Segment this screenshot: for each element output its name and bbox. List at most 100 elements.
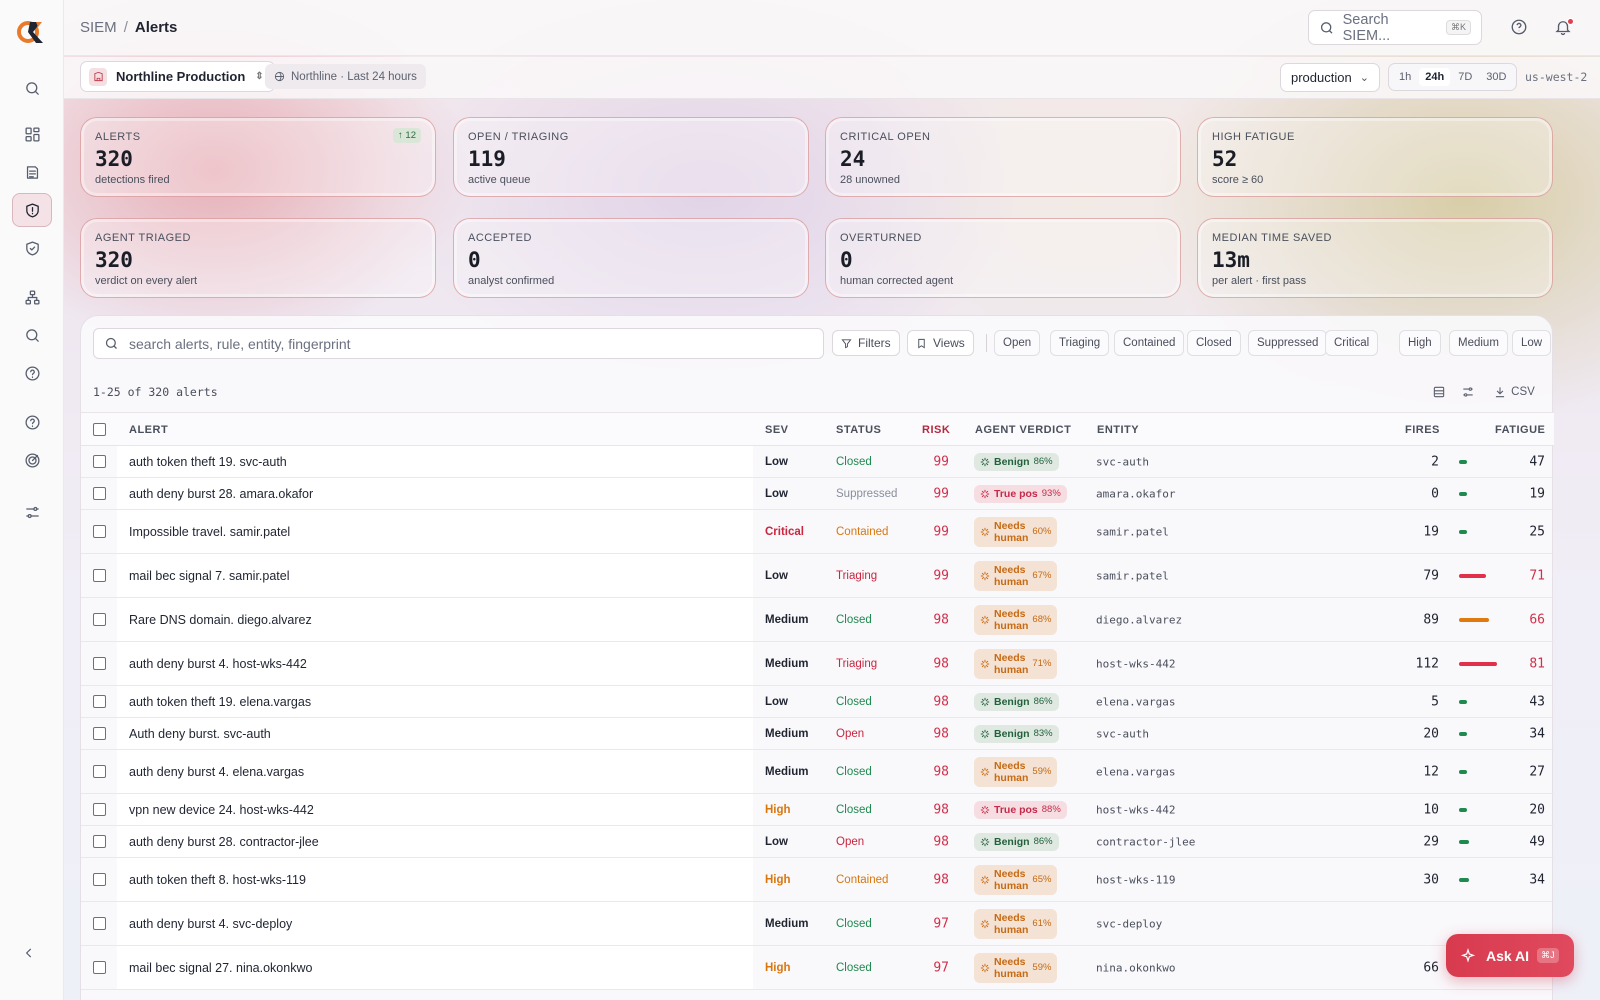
range-24h[interactable]: 24h <box>1419 68 1451 86</box>
environment-select[interactable]: production ⌄ <box>1280 63 1380 92</box>
metric-card[interactable]: HIGH FATIGUE 52 score ≥ 60 <box>1197 117 1553 197</box>
nav-alerts-shield-icon[interactable] <box>12 193 52 227</box>
metric-card[interactable]: ALERTS 320 detections fired ↑ 12 <box>80 117 436 197</box>
range-1h[interactable]: 1h <box>1393 68 1417 86</box>
entity[interactable]: host-wks-442 <box>1096 803 1175 816</box>
alert-name[interactable]: auth deny burst 4. elena.vargas <box>129 765 304 779</box>
entity[interactable]: contractor-jlee <box>1096 835 1195 848</box>
entity[interactable]: elena.vargas <box>1096 765 1175 778</box>
breadcrumb-root[interactable]: SIEM <box>80 19 117 36</box>
entity[interactable]: nina.okonkwo <box>1096 961 1175 974</box>
metric-card[interactable]: OPEN / TRIAGING 119 active queue <box>453 117 809 197</box>
entity[interactable]: samir.patel <box>1096 569 1169 582</box>
table-row[interactable]: auth token theft 19. svc-auth Low Closed 99… <box>81 446 1554 478</box>
entity[interactable]: amara.okafor <box>1096 487 1175 500</box>
metric-card[interactable]: CRITICAL OPEN 24 28 unowned <box>825 117 1181 197</box>
nav-help-circle-icon[interactable] <box>12 356 52 390</box>
entity[interactable]: diego.alvarez <box>1096 613 1182 626</box>
entity[interactable]: svc-auth <box>1096 727 1149 740</box>
alert-name[interactable]: auth deny burst 28. amara.okafor <box>129 487 313 501</box>
nav-search-icon[interactable] <box>12 71 52 105</box>
nav-network-icon[interactable] <box>12 280 52 314</box>
metric-card[interactable]: AGENT TRIAGED 320 verdict on every alert <box>80 218 436 298</box>
table-row[interactable]: Auth deny burst. svc-auth Medium Open 98 Ben… <box>81 718 1554 750</box>
alert-name[interactable]: auth token theft 19. svc-auth <box>129 455 287 469</box>
nav-hunt-search-icon[interactable] <box>12 318 52 352</box>
agent-verdict-badge[interactable]: Needs human 59% <box>974 756 1058 787</box>
table-row[interactable]: auth deny burst 28. contractor-jlee Low Op… <box>81 826 1554 858</box>
entity[interactable]: svc-deploy <box>1096 917 1162 930</box>
row-checkbox[interactable] <box>93 455 106 468</box>
row-checkbox[interactable] <box>93 765 106 778</box>
global-search-input[interactable]: Search SIEM... ⌘K <box>1308 10 1482 45</box>
agent-verdict-badge[interactable]: True pos 88% <box>974 800 1067 819</box>
nav-support-icon[interactable] <box>12 405 52 439</box>
range-7d[interactable]: 7D <box>1452 68 1478 86</box>
filter-chip-open[interactable]: Open <box>994 330 1041 356</box>
table-row[interactable]: vpn new device 24. host-wks-442 High Close… <box>81 794 1554 826</box>
table-row[interactable]: auth deny burst 4. host-wks-442 Medium Tri… <box>81 642 1554 686</box>
nav-dashboard-icon[interactable] <box>12 117 52 151</box>
filter-chip-suppressed[interactable]: Suppressed <box>1248 330 1328 356</box>
agent-verdict-badge[interactable]: Benign 86% <box>974 832 1059 851</box>
alert-name[interactable]: mail bec signal 27. nina.okonkwo <box>129 961 312 975</box>
filter-chip-critical[interactable]: Critical <box>1325 330 1379 356</box>
alert-name[interactable]: auth deny burst 4. host-wks-442 <box>129 657 307 671</box>
views-button[interactable]: Views <box>907 330 974 356</box>
row-checkbox[interactable] <box>93 917 106 930</box>
agent-verdict-badge[interactable]: Needs human 65% <box>974 864 1058 895</box>
row-checkbox[interactable] <box>93 835 106 848</box>
alert-name[interactable]: vpn new device 24. host-wks-442 <box>129 803 314 817</box>
alert-name[interactable]: auth deny burst 4. svc-deploy <box>129 917 292 931</box>
row-checkbox[interactable] <box>93 803 106 816</box>
range-30d[interactable]: 30D <box>1480 68 1512 86</box>
row-checkbox[interactable] <box>93 695 106 708</box>
agent-verdict-badge[interactable]: Needs human 59% <box>974 952 1058 983</box>
filter-chip-high[interactable]: High <box>1399 330 1441 356</box>
alert-search-input[interactable]: search alerts, rule, entity, fingerprint <box>93 328 824 359</box>
row-checkbox[interactable] <box>93 657 106 670</box>
col-risk[interactable]: RISK <box>922 424 950 436</box>
row-checkbox[interactable] <box>93 873 106 886</box>
agent-verdict-badge[interactable]: Needs human 67% <box>974 560 1058 591</box>
metric-card[interactable]: ACCEPTED 0 analyst confirmed <box>453 218 809 298</box>
table-row[interactable]: auth token theft 8. host-wks-119 High Cont… <box>81 858 1554 902</box>
agent-verdict-badge[interactable]: Benign 86% <box>974 452 1059 471</box>
ask-ai-button[interactable]: Ask AI ⌘J <box>1446 934 1574 977</box>
row-checkbox[interactable] <box>93 569 106 582</box>
alert-name[interactable]: Impossible travel. samir.patel <box>129 525 290 539</box>
row-checkbox[interactable] <box>93 613 106 626</box>
metric-card[interactable]: MEDIAN TIME SAVED 13m per alert · first pa… <box>1197 218 1553 298</box>
col-agent-verdict[interactable]: AGENT VERDICT <box>975 424 1071 436</box>
alert-name[interactable]: auth token theft 8. host-wks-119 <box>129 873 306 887</box>
tenant-selector[interactable]: Northline Production ⇕ <box>80 61 275 92</box>
export-csv-button[interactable]: CSV <box>1486 379 1542 404</box>
collapse-sidebar-icon[interactable] <box>22 946 42 966</box>
notifications-bell-icon[interactable] <box>1554 18 1574 38</box>
table-row[interactable]: auth deny burst 4. elena.vargas Medium Clo… <box>81 750 1554 794</box>
table-row[interactable]: Rare DNS domain. diego.alvarez Medium Clos… <box>81 598 1554 642</box>
metric-card[interactable]: OVERTURNED 0 human corrected agent <box>825 218 1181 298</box>
select-all-checkbox[interactable] <box>93 423 106 436</box>
app-logo-icon[interactable] <box>14 14 50 50</box>
col-fires[interactable]: FIRES <box>1405 424 1440 436</box>
entity[interactable]: host-wks-442 <box>1096 657 1175 670</box>
agent-verdict-badge[interactable]: Needs human 61% <box>974 908 1058 939</box>
table-row[interactable]: mail bec signal 27. nina.okonkwo High Clos… <box>81 946 1554 990</box>
entity[interactable]: host-wks-119 <box>1096 873 1175 886</box>
table-row[interactable]: auth deny burst 4. svc-deploy Medium Close… <box>81 902 1554 946</box>
table-density-icon[interactable] <box>1427 379 1451 404</box>
filter-chip-closed[interactable]: Closed <box>1187 330 1241 356</box>
nav-shield-check-icon[interactable] <box>12 231 52 265</box>
table-row[interactable]: auth token theft 19. elena.vargas Low Clos… <box>81 686 1554 718</box>
agent-verdict-badge[interactable]: True pos 93% <box>974 484 1067 503</box>
nav-logs-icon[interactable] <box>12 155 52 189</box>
alert-name[interactable]: auth deny burst 28. contractor-jlee <box>129 835 319 849</box>
filter-chip-low[interactable]: Low <box>1512 330 1552 356</box>
alert-name[interactable]: auth token theft 19. elena.vargas <box>129 695 311 709</box>
row-checkbox[interactable] <box>93 961 106 974</box>
table-row[interactable]: Impossible travel. samir.patel Critical Co… <box>81 510 1554 554</box>
col-entity[interactable]: ENTITY <box>1097 424 1139 436</box>
agent-verdict-badge[interactable]: Needs human 71% <box>974 648 1058 679</box>
agent-verdict-badge[interactable]: Needs human 68% <box>974 604 1058 635</box>
